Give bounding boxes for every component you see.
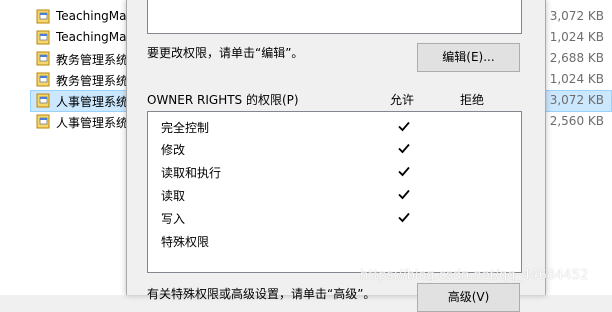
file-name: 教务管理系统 bbox=[56, 74, 129, 88]
file-size: 2,688 KB bbox=[549, 51, 604, 65]
advanced-button[interactable]: 高级(V) bbox=[417, 283, 520, 312]
permissions-list: 完全控制 修改 读取和执行 读取 写入 特殊权限 bbox=[147, 111, 522, 273]
allow-checkmark-icon bbox=[398, 121, 410, 132]
permission-name: 特殊权限 bbox=[161, 235, 210, 249]
database-file-icon bbox=[36, 72, 50, 87]
file-name: 人事管理系统 bbox=[56, 95, 129, 109]
permission-row: 特殊权限 bbox=[148, 230, 521, 252]
permissions-title: OWNER RIGHTS 的权限(P) bbox=[147, 93, 299, 107]
allow-checkmark-icon bbox=[398, 212, 410, 223]
database-file-icon bbox=[36, 30, 50, 45]
permission-row: 修改 bbox=[148, 138, 521, 160]
file-name: TeachingMa bbox=[56, 30, 127, 44]
advanced-hint-text: 有关特殊权限或高级设置，请单击“高级”。 bbox=[147, 287, 376, 301]
permission-name: 写入 bbox=[161, 212, 186, 226]
database-file-icon bbox=[36, 114, 50, 129]
allow-checkmark-icon bbox=[398, 143, 410, 154]
allow-checkmark-icon bbox=[398, 189, 410, 200]
file-size: 1,024 KB bbox=[549, 72, 604, 86]
permission-name: 完全控制 bbox=[161, 121, 210, 135]
permission-name: 修改 bbox=[161, 143, 186, 157]
permission-row: 写入 bbox=[148, 207, 521, 229]
file-size: 2,560 KB bbox=[549, 114, 604, 128]
allow-checkmark-icon bbox=[398, 166, 410, 177]
database-file-icon bbox=[36, 51, 50, 66]
file-size: 1,024 KB bbox=[549, 30, 604, 44]
group-user-list[interactable] bbox=[147, 0, 522, 34]
edit-hint-text: 要更改权限，请单击“编辑”。 bbox=[147, 46, 304, 60]
allow-column-header: 允许 bbox=[390, 93, 415, 107]
permission-row: 读取 bbox=[148, 184, 521, 206]
explorer-gutter bbox=[0, 0, 30, 295]
database-file-icon bbox=[36, 93, 50, 108]
file-name: 教务管理系统 bbox=[56, 53, 129, 67]
database-file-icon bbox=[36, 9, 50, 24]
edit-button[interactable]: 编辑(E)... bbox=[417, 43, 520, 72]
file-name: 人事管理系统 bbox=[56, 116, 129, 130]
permission-name: 读取 bbox=[161, 189, 186, 203]
file-name: TeachingMa bbox=[56, 9, 127, 23]
permission-name: 读取和执行 bbox=[161, 166, 222, 180]
permission-row: 完全控制 bbox=[148, 116, 521, 138]
security-properties-dialog: 要更改权限，请单击“编辑”。 编辑(E)... OWNER RIGHTS 的权限… bbox=[126, 0, 546, 312]
file-size: 3,072 KB bbox=[549, 9, 604, 23]
file-size: 3,072 KB bbox=[549, 93, 604, 107]
watermark-text: https://blog.csdn.net/qq_44684452 bbox=[360, 268, 589, 283]
permission-row: 读取和执行 bbox=[148, 161, 521, 183]
deny-column-header: 拒绝 bbox=[460, 93, 485, 107]
